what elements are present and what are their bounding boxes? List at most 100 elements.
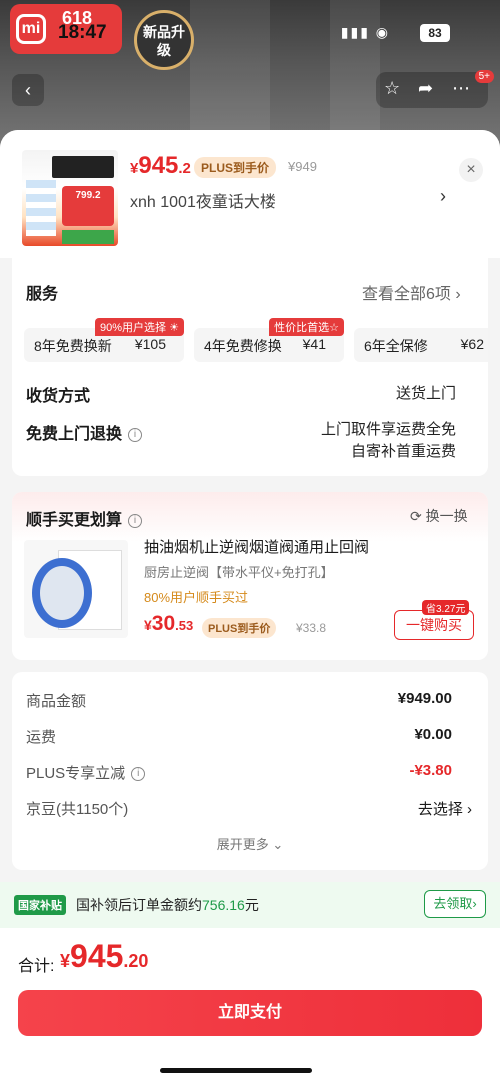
price-integer: 945 xyxy=(138,152,179,179)
service-name: 8年免费换新 xyxy=(34,338,112,354)
service-name: 4年免费修换 xyxy=(204,338,282,354)
original-price: ¥949 xyxy=(288,159,317,174)
mi-logo: mi xyxy=(16,14,46,44)
checkout-sheet: 799.2 ¥945.2 PLUS到手价 ¥949 × xnh 1001夜童话大… xyxy=(0,130,500,1084)
delivery-method-label: 收货方式 xyxy=(26,388,91,405)
favorite-star-icon[interactable]: ☆ xyxy=(384,78,400,99)
plus-discount-label: PLUS专享立减 xyxy=(26,765,126,782)
service-title: 服务 xyxy=(26,286,59,303)
expand-more-button[interactable]: 展开更多 ⌄ xyxy=(12,834,488,853)
jingdou-select[interactable]: 去选择 › xyxy=(418,798,472,819)
upsell-note: 80%用户顺手买过 xyxy=(144,590,249,605)
service-card: 服务 查看全部6项 › 8年免费换新 ¥105 90%用户选择 ☀ 4年免费修换… xyxy=(12,258,488,476)
photo-highlight xyxy=(330,0,380,150)
service-price: ¥62 xyxy=(460,336,484,352)
chevron-down-icon: ⌄ xyxy=(272,837,284,852)
summary-label: 商品金额 xyxy=(26,693,87,710)
close-button[interactable]: × xyxy=(459,158,483,182)
price-integer: 945 xyxy=(70,938,124,974)
summary-value: -¥3.80 xyxy=(409,762,452,779)
summary-label: 京豆(共1150个) xyxy=(26,801,129,818)
free-return-value-1: 上门取件享运费全免 xyxy=(320,421,456,438)
free-return-value-2: 自寄补首重运费 xyxy=(350,443,456,460)
status-time: 18:47 xyxy=(58,22,107,43)
subsidy-unit: 元 xyxy=(244,897,259,913)
swap-label: 换一换 xyxy=(425,508,468,524)
message-count-badge: 5+ xyxy=(474,70,494,83)
summary-label: 运费 xyxy=(26,729,57,746)
more-icon[interactable]: ⋯ xyxy=(452,78,470,99)
product-price: ¥945.2 xyxy=(130,152,191,180)
info-icon[interactable]: i xyxy=(131,767,146,782)
back-button[interactable]: ‹ xyxy=(12,74,44,106)
subsidy-label: 国补领后订单金额约 xyxy=(76,897,202,913)
subsidy-tag: 国家补贴 xyxy=(14,895,66,915)
shipping-address[interactable]: xnh 1001夜童话大楼 xyxy=(130,188,276,212)
jingdou-select-label: 去选择 xyxy=(417,801,463,818)
expand-label: 展开更多 xyxy=(216,837,269,852)
upsell-card: 顺手买更划算 i ⟳ 换一换 抽油烟机止逆阀烟道阀通用止回阀 厨房止逆阀【带水平仪… xyxy=(12,492,488,660)
claim-label: 去领取 xyxy=(433,896,473,911)
summary-label: PLUS专享立减 i xyxy=(26,762,146,783)
thumb-hood xyxy=(52,156,114,178)
service-option[interactable]: 8年免费换新 ¥105 90%用户选择 ☀ xyxy=(24,318,184,362)
service-option[interactable]: 6年全保修 ¥62 xyxy=(354,328,488,362)
view-all-label: 查看全部6项 xyxy=(362,286,451,303)
valve-ring xyxy=(32,558,92,628)
chevron-right-icon: › xyxy=(472,896,477,911)
upsell-title-text: 顺手买更划算 xyxy=(26,512,123,529)
currency-symbol: ¥ xyxy=(60,951,71,971)
info-icon[interactable]: i xyxy=(128,513,143,528)
free-return-text: 免费上门退换 xyxy=(26,426,123,443)
chevron-right-icon[interactable]: › xyxy=(440,186,446,207)
price-decimal: .2 xyxy=(178,160,191,177)
service-option[interactable]: 4年免费修换 ¥41 性价比首选☆ xyxy=(194,318,344,362)
upsell-product-subtitle: 厨房止逆阀【带水平仪+免打孔】 xyxy=(144,565,334,580)
plus-price-tag: PLUS到手价 xyxy=(194,157,277,178)
price-integer: 30 xyxy=(151,612,176,635)
upsell-price: ¥30.53 xyxy=(144,612,193,636)
product-thumbnail: 799.2 xyxy=(22,150,118,246)
order-summary-card: 商品金额 ¥949.00 运费 ¥0.00 PLUS专享立减 i -¥3.80 京… xyxy=(12,672,488,870)
chevron-right-icon: › xyxy=(467,801,472,818)
price-decimal: .20 xyxy=(123,951,149,971)
signal-wifi-icons: ▮▮▮ ◉ xyxy=(340,24,390,40)
star-icon: ☆ xyxy=(329,322,339,334)
badge-text: 90%用户选择 xyxy=(100,322,167,334)
share-icon[interactable]: ➦ xyxy=(418,78,433,99)
thumb-price-banner: 799.2 xyxy=(62,186,114,226)
new-product-badge: 新品升级 xyxy=(134,10,194,70)
price-decimal: .53 xyxy=(175,618,194,633)
badge-text: 性价比首选 xyxy=(274,322,330,334)
pay-now-button[interactable]: 立即支付 xyxy=(18,990,482,1036)
thumb-green-strip xyxy=(62,230,114,244)
subsidy-text: 国补领后订单金额约756.16元 xyxy=(76,895,259,915)
currency-symbol: ¥ xyxy=(144,617,152,633)
service-name: 6年全保修 xyxy=(364,338,428,354)
total-price: ¥945.20 xyxy=(60,938,148,975)
summary-value: ¥949.00 xyxy=(397,690,452,707)
chevron-right-icon: › xyxy=(455,286,461,303)
service-badge: 性价比首选☆ xyxy=(269,318,344,336)
view-all-services-link[interactable]: 查看全部6项 › xyxy=(362,280,461,304)
refresh-icon: ⟳ xyxy=(410,508,422,524)
info-icon[interactable]: i xyxy=(128,427,143,442)
summary-value: ¥0.00 xyxy=(414,726,452,743)
original-price: ¥33.8 xyxy=(296,621,327,635)
battery-icon: 83 xyxy=(420,24,450,42)
photo-highlight xyxy=(190,0,270,150)
delivery-method-value[interactable]: 送货上门 xyxy=(396,382,456,403)
upsell-title: 顺手买更划算 i xyxy=(26,506,143,530)
claim-subsidy-button[interactable]: 去领取› xyxy=(424,890,486,918)
upsell-product-title[interactable]: 抽油烟机止逆阀烟道阀通用止回阀 xyxy=(144,536,369,557)
total-label: 合计: xyxy=(18,958,55,975)
upsell-product-image[interactable] xyxy=(24,540,128,638)
product-header: 799.2 ¥945.2 PLUS到手价 ¥949 × xnh 1001夜童话大… xyxy=(0,130,500,258)
checkout-footer: 合计: ¥945.20 立即支付 xyxy=(0,928,500,1084)
service-price: ¥105 xyxy=(134,336,166,352)
free-return-label: 免费上门退换 i xyxy=(26,420,143,444)
home-indicator xyxy=(160,1068,312,1073)
subsidy-bar: 国家补贴 国补领后订单金额约756.16元 去领取› xyxy=(0,882,500,928)
subsidy-amount: 756.16 xyxy=(202,897,245,913)
swap-button[interactable]: ⟳ 换一换 xyxy=(410,506,468,526)
